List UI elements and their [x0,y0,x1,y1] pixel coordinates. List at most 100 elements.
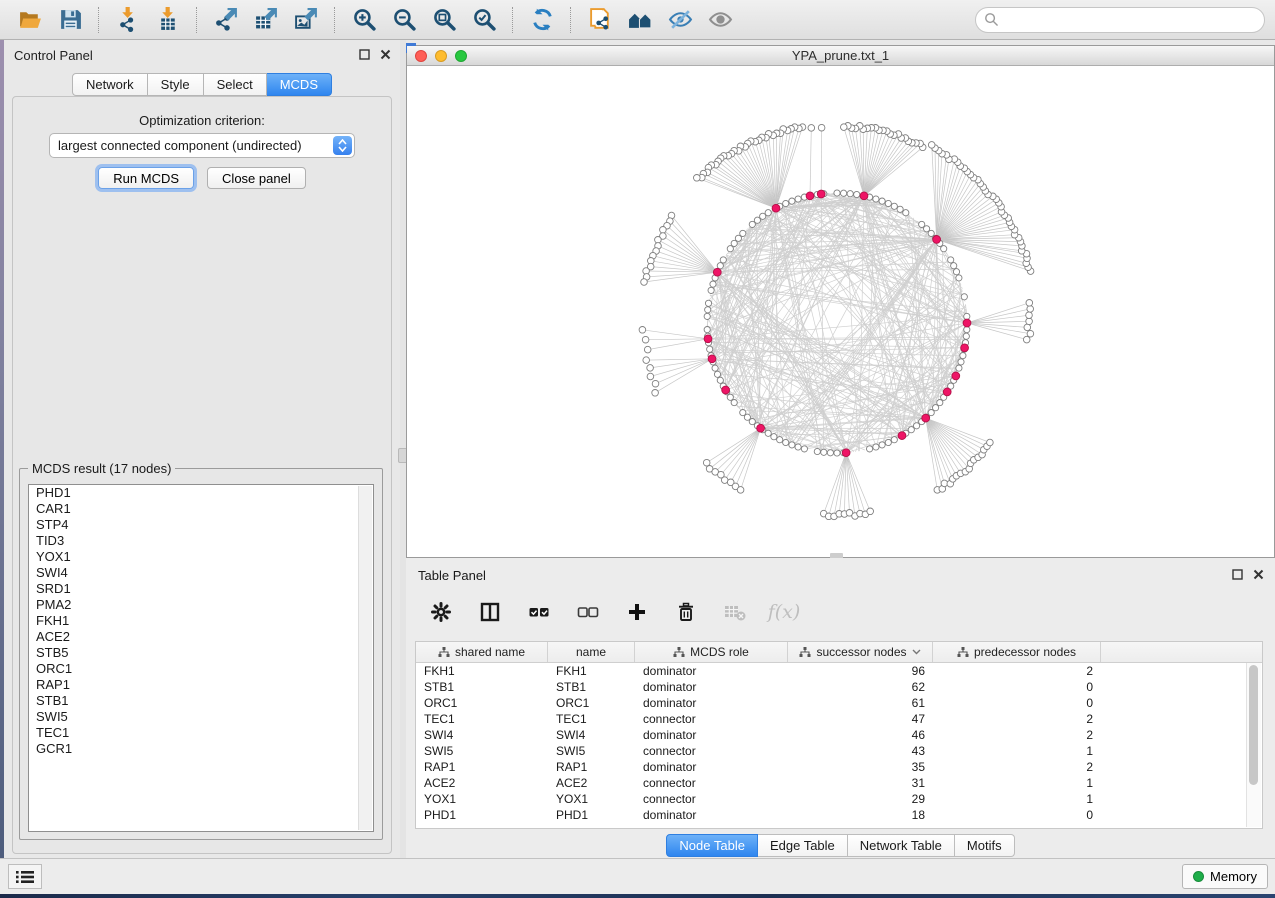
neighbors-button[interactable] [620,4,660,36]
network-canvas[interactable] [407,66,1274,557]
import-network-button[interactable] [108,4,148,36]
table-cell: dominator [635,807,788,823]
mcds-result-item[interactable]: ORC1 [29,661,373,677]
close-panel-icon[interactable] [379,48,392,61]
zoom-fit-button[interactable] [424,4,464,36]
memory-button[interactable]: Memory [1182,864,1268,889]
table-row[interactable]: STB1STB1dominator620 [416,679,1262,695]
mcds-result-item[interactable]: YOX1 [29,549,373,565]
tab-node-table[interactable]: Node Table [666,834,758,857]
status-bar: Memory [0,858,1275,894]
tab-edge-table[interactable]: Edge Table [758,834,848,857]
close-table-panel-icon[interactable] [1252,568,1265,581]
search-box[interactable] [975,7,1265,33]
mcds-result-item[interactable]: PMA2 [29,597,373,613]
table-row[interactable]: ACE2ACE2connector311 [416,775,1262,791]
table-row[interactable]: PHD1PHD1dominator180 [416,807,1262,823]
refresh-button[interactable] [522,4,562,36]
show-all-button[interactable] [700,4,740,36]
mcds-result-item[interactable]: GCR1 [29,741,373,757]
new-network-from-selection-button[interactable] [580,4,620,36]
network-window-titlebar[interactable]: YPA_prune.txt_1 [407,46,1274,66]
close-panel-button[interactable]: Close panel [207,167,306,189]
mcds-tab-content: Optimization criterion: largest connecte… [12,96,392,854]
table-cell: 2 [933,663,1101,679]
mcds-result-list[interactable]: PHD1CAR1STP4TID3YOX1SWI4SRD1PMA2FKH1ACE2… [28,484,374,832]
mcds-result-item[interactable]: CAR1 [29,501,373,517]
column-header-predecessor-nodes[interactable]: predecessor nodes [933,642,1101,662]
select-all-rows-button[interactable] [522,595,556,629]
tab-style[interactable]: Style [148,73,204,96]
export-network-button[interactable] [206,4,246,36]
mcds-result-item[interactable]: SRD1 [29,581,373,597]
table-cell: PHD1 [548,807,635,823]
column-header-shared-name[interactable]: shared name [416,642,548,662]
mcds-result-item[interactable]: PHD1 [29,485,373,501]
open-file-icon [18,7,43,32]
table-row[interactable]: RAP1RAP1dominator352 [416,759,1262,775]
table-scrollbar-thumb[interactable] [1249,665,1258,785]
float-panel-icon[interactable] [358,48,371,61]
table-row[interactable]: TEC1TEC1connector472 [416,711,1262,727]
table-cell: connector [635,711,788,727]
toolbar-separator [334,7,336,33]
column-header-successor-nodes[interactable]: successor nodes [788,642,933,662]
show-all-icon [708,7,733,32]
delete-columns-button[interactable] [669,595,703,629]
table-row[interactable]: FKH1FKH1dominator962 [416,663,1262,679]
hide-selected-button[interactable] [660,4,700,36]
table-scrollbar[interactable] [1246,663,1261,827]
toolbar-separator [512,7,514,33]
export-table-button[interactable] [246,4,286,36]
table-row[interactable]: YOX1YOX1connector291 [416,791,1262,807]
mcds-list-scrollbar[interactable] [358,486,372,830]
float-table-panel-icon[interactable] [1231,568,1244,581]
column-header-name[interactable]: name [548,642,635,662]
mcds-result-item[interactable]: STB5 [29,645,373,661]
save-session-button[interactable] [50,4,90,36]
open-file-button[interactable] [10,4,50,36]
deselect-all-rows-button[interactable] [571,595,605,629]
table-cell: dominator [635,679,788,695]
task-history-button[interactable] [8,864,42,889]
table-cell: 1 [933,791,1101,807]
table-cell: ORC1 [548,695,635,711]
import-table-button[interactable] [148,4,188,36]
mcds-result-item[interactable]: SWI4 [29,565,373,581]
tab-network[interactable]: Network [72,73,148,96]
show-columns-button[interactable] [473,595,507,629]
mcds-result-item[interactable]: TID3 [29,533,373,549]
tab-mcds[interactable]: MCDS [267,73,332,96]
mcds-result-item[interactable]: ACE2 [29,629,373,645]
mcds-result-item[interactable]: TEC1 [29,725,373,741]
zoom-in-button[interactable] [344,4,384,36]
add-column-button[interactable] [620,595,654,629]
table-row[interactable]: SWI5SWI5connector431 [416,743,1262,759]
column-header-MCDS-role[interactable]: MCDS role [635,642,788,662]
table-cell: dominator [635,759,788,775]
table-cell: 0 [933,679,1101,695]
control-panel: Control Panel NetworkStyleSelectMCDS Opt… [4,40,400,858]
table-cell: 1 [933,775,1101,791]
table-settings-gear-button[interactable] [424,595,458,629]
mcds-result-item[interactable]: SWI5 [29,709,373,725]
mcds-result-item[interactable]: FKH1 [29,613,373,629]
tab-select[interactable]: Select [204,73,267,96]
table-row[interactable]: SWI4SWI4dominator462 [416,727,1262,743]
criterion-dropdown[interactable]: largest connected component (undirected) [49,133,355,158]
column-label: name [576,645,606,659]
tab-network-table[interactable]: Network Table [848,834,955,857]
search-input[interactable] [999,11,1256,28]
mcds-result-item[interactable]: RAP1 [29,677,373,693]
import-table-icon [156,7,181,32]
run-mcds-button[interactable]: Run MCDS [98,167,194,189]
zoom-out-button[interactable] [384,4,424,36]
table-row[interactable]: ORC1ORC1dominator610 [416,695,1262,711]
export-image-icon [294,7,319,32]
export-image-button[interactable] [286,4,326,36]
mcds-result-item[interactable]: STP4 [29,517,373,533]
zoom-selected-button[interactable] [464,4,504,36]
export-table-icon [254,7,279,32]
mcds-result-item[interactable]: STB1 [29,693,373,709]
tab-motifs[interactable]: Motifs [955,834,1015,857]
